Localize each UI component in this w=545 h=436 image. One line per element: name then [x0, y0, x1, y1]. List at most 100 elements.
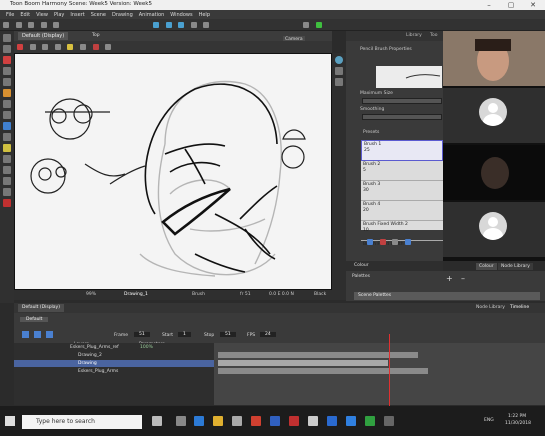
minimize-button[interactable]: –: [478, 0, 500, 10]
light-table-icon[interactable]: [165, 22, 172, 28]
menu-help[interactable]: Help: [199, 12, 210, 18]
app-icon[interactable]: [346, 416, 356, 426]
preset-item[interactable]: Brush 4 20: [361, 201, 443, 221]
workspace-icon[interactable]: [302, 22, 309, 28]
maximize-button[interactable]: ▢: [500, 0, 522, 10]
app-icon[interactable]: [289, 416, 299, 426]
clock-date[interactable]: 11/30/2018: [505, 421, 531, 426]
select-tool-icon[interactable]: [3, 34, 11, 42]
contour-editor-icon[interactable]: [3, 45, 11, 53]
preset-item[interactable]: Brush 25: [361, 161, 443, 181]
menu-view[interactable]: View: [36, 12, 48, 18]
timeline-view-tab[interactable]: Default (Display): [18, 304, 64, 312]
layer-row[interactable]: Eskers_Plug_Arms_ref 100%: [14, 344, 214, 351]
zoom-level[interactable]: 99%: [86, 292, 96, 297]
layer-row[interactable]: Drawing_2: [14, 352, 214, 359]
tab-colour[interactable]: Colour: [354, 263, 369, 268]
rectangle-tool-icon[interactable]: [3, 111, 11, 119]
redo-icon[interactable]: [53, 22, 60, 28]
tab-library[interactable]: Library: [406, 33, 422, 38]
play-icon[interactable]: [22, 331, 29, 338]
open-scene-icon[interactable]: [15, 22, 22, 28]
ellipse-tool-icon[interactable]: [3, 122, 11, 130]
eraser-tool-icon[interactable]: [3, 100, 11, 108]
layer-track[interactable]: [218, 368, 428, 374]
cutter-icon[interactable]: [92, 44, 99, 50]
windows-start-icon[interactable]: [5, 416, 15, 426]
menu-animation[interactable]: Animation: [139, 12, 165, 18]
reset-view-icon[interactable]: [335, 56, 343, 64]
participant-tile-2[interactable]: [443, 88, 545, 143]
shift-trace-icon[interactable]: [178, 22, 185, 28]
onion-skin-icon[interactable]: [152, 22, 159, 28]
cutter-tool-icon[interactable]: [3, 155, 11, 163]
undo-icon[interactable]: [40, 22, 47, 28]
participant-video-3[interactable]: [443, 145, 545, 200]
stop-field[interactable]: 51: [220, 332, 236, 337]
dropper-tool-icon[interactable]: [3, 166, 11, 174]
save-icon[interactable]: [28, 22, 35, 28]
smoothing-slider[interactable]: [362, 114, 442, 120]
app-icon[interactable]: [384, 416, 394, 426]
chrome-icon[interactable]: [251, 416, 261, 426]
fps-field[interactable]: 24: [260, 332, 276, 337]
start-field[interactable]: 1: [178, 332, 191, 337]
playhead[interactable]: [389, 334, 390, 406]
file-explorer-icon[interactable]: [213, 416, 223, 426]
paint-tool-icon[interactable]: [3, 89, 11, 97]
menu-windows[interactable]: Windows: [170, 12, 192, 18]
layer-row[interactable]: Drawing: [14, 360, 214, 367]
menu-edit[interactable]: Edit: [20, 12, 30, 18]
add-palette-icon[interactable]: +: [446, 274, 453, 283]
layer-row[interactable]: Eskers_Plug_Arms: [14, 368, 214, 375]
palette-icon[interactable]: [203, 22, 210, 28]
microphone-icon[interactable]: [152, 416, 162, 426]
zoom-view-icon[interactable]: [335, 78, 343, 86]
close-button[interactable]: ✕: [522, 0, 544, 10]
tab-node-library-2[interactable]: Node Library: [476, 305, 505, 310]
rename-preset-icon[interactable]: [392, 239, 399, 245]
menu-file[interactable]: File: [6, 12, 14, 18]
pen-icon[interactable]: [190, 22, 197, 28]
menu-insert[interactable]: Insert: [70, 12, 84, 18]
grid-icon[interactable]: [42, 44, 49, 50]
brush-mode-icon[interactable]: [17, 44, 23, 50]
menu-scene[interactable]: Scene: [91, 12, 106, 18]
participant-video-1[interactable]: [443, 31, 545, 86]
timeline-tracks[interactable]: [214, 343, 545, 405]
tab-tool-properties[interactable]: Too: [430, 33, 438, 38]
toon-boom-icon[interactable]: [365, 416, 375, 426]
green-tool-icon[interactable]: [315, 22, 322, 28]
delete-preset-icon[interactable]: [379, 239, 386, 245]
smooth-icon[interactable]: [105, 44, 112, 50]
preset-item[interactable]: Brush 3 30: [361, 181, 443, 201]
tab-node-library[interactable]: Node Library: [498, 263, 533, 270]
app-icon[interactable]: [327, 416, 337, 426]
edge-icon[interactable]: [194, 416, 204, 426]
clock-time[interactable]: 1:22 PM: [508, 414, 526, 419]
frame-field[interactable]: 51: [134, 332, 150, 337]
language-indicator[interactable]: ENG: [484, 418, 494, 423]
new-scene-icon[interactable]: [3, 22, 9, 28]
task-view-icon[interactable]: [176, 416, 186, 426]
hand-tool-icon[interactable]: [3, 188, 11, 196]
app-icon[interactable]: [270, 416, 280, 426]
store-icon[interactable]: [232, 416, 242, 426]
mirror-icon[interactable]: [54, 44, 61, 50]
brush-tool-icon[interactable]: [3, 56, 11, 64]
timeline-view-select[interactable]: Default: [20, 317, 49, 322]
scene-palettes-item[interactable]: Scene Palettes: [354, 292, 540, 300]
max-size-slider[interactable]: [362, 98, 442, 104]
text-tool-icon[interactable]: [3, 78, 11, 86]
layer-track[interactable]: [218, 360, 388, 366]
preset-menu-icon[interactable]: [404, 239, 411, 245]
stop-icon[interactable]: [46, 331, 53, 338]
drawing-view-tab[interactable]: Default (Display): [18, 32, 69, 40]
pencil-tool-icon[interactable]: [3, 67, 11, 75]
lock-icon[interactable]: [67, 44, 74, 50]
remove-palette-icon[interactable]: –: [461, 274, 465, 283]
preset-item[interactable]: Brush 1 25: [361, 140, 443, 161]
rotate-view-icon[interactable]: [335, 67, 343, 75]
taskbar-search[interactable]: Type here to search: [22, 415, 142, 429]
line-tool-icon[interactable]: [3, 133, 11, 141]
